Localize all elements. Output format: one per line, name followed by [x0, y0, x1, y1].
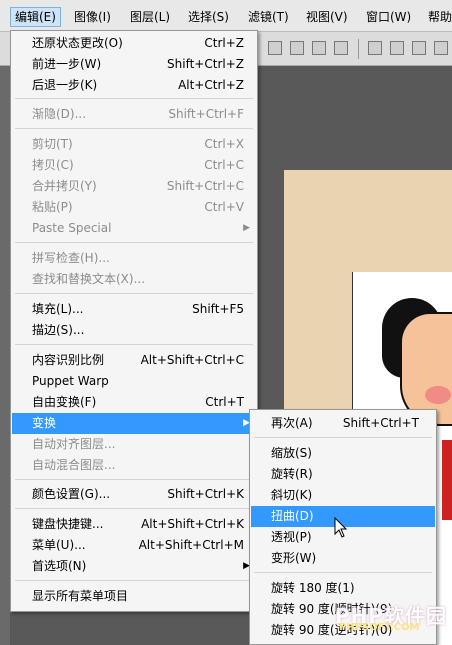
menu-item-auto-blend-layers[interactable]: 自动混合图层... — [12, 455, 256, 476]
tools-panel-edge — [0, 66, 10, 645]
menu-item-preferences[interactable]: 首选项(N) ▶ — [12, 556, 256, 577]
menu-separator — [15, 242, 253, 243]
menu-item-fade[interactable]: 渐隐(D)... Shift+Ctrl+F — [12, 104, 256, 125]
menubar-select[interactable]: 选择(S) — [184, 7, 233, 27]
cartoon-collar — [442, 440, 452, 520]
distribute-bottom-icon[interactable] — [412, 41, 426, 55]
menu-item-menus[interactable]: 菜单(U)... Alt+Shift+Ctrl+M — [12, 535, 256, 556]
menubar-image[interactable]: 图像(I) — [70, 7, 115, 27]
menu-bar: 编辑(E) 图像(I) 图层(L) 选择(S) 滤镜(T) 视图(V) 窗口(W… — [0, 0, 452, 32]
menu-separator — [15, 128, 253, 129]
watermark-subtext: PHPSOFT.COM — [339, 622, 420, 633]
menubar-layer[interactable]: 图层(L) — [126, 7, 174, 27]
submenu-item-skew[interactable]: 斜切(K) — [251, 485, 435, 506]
distribute-top-icon[interactable] — [368, 41, 382, 55]
edit-menu: 还原状态更改(O) Ctrl+Z 前进一步(W) Shift+Ctrl+Z 后退… — [10, 30, 258, 612]
menu-item-color-settings[interactable]: 颜色设置(G)... Shift+Ctrl+K — [12, 484, 256, 505]
submenu-item-again[interactable]: 再次(A) Shift+Ctrl+T — [251, 413, 435, 434]
menu-item-check-spelling[interactable]: 拼写检查(H)... — [12, 248, 256, 269]
menu-item-show-all-menu-items[interactable]: 显示所有菜单项目 — [12, 586, 256, 607]
menu-item-content-aware-scale[interactable]: 内容识别比例 Alt+Shift+Ctrl+C — [12, 350, 256, 371]
submenu-arrow-icon: ▶ — [243, 223, 250, 233]
menu-separator — [15, 580, 253, 581]
toolbar-divider — [358, 39, 359, 59]
cartoon-cheek — [425, 386, 451, 404]
menu-item-keyboard-shortcuts[interactable]: 键盘快捷键... Alt+Shift+Ctrl+K — [12, 514, 256, 535]
menu-item-fill[interactable]: 填充(L)... Shift+F5 — [12, 299, 256, 320]
menu-item-paste[interactable]: 粘贴(P) Ctrl+V — [12, 197, 256, 218]
menu-separator — [254, 572, 432, 573]
menu-item-step-backward[interactable]: 后退一步(K) Alt+Ctrl+Z — [12, 75, 256, 96]
menu-separator — [15, 508, 253, 509]
menu-item-step-forward[interactable]: 前进一步(W) Shift+Ctrl+Z — [12, 54, 256, 75]
menu-item-puppet-warp[interactable]: Puppet Warp — [12, 371, 256, 392]
menubar-edit[interactable]: 编辑(E) — [10, 7, 61, 27]
menu-item-copy-merged[interactable]: 合并拷贝(Y) Shift+Ctrl+C — [12, 176, 256, 197]
menubar-filter[interactable]: 滤镜(T) — [244, 7, 293, 27]
submenu-item-rotate-180[interactable]: 旋转 180 度(1) — [251, 578, 435, 599]
align-top-icon[interactable] — [334, 41, 348, 55]
menubar-window[interactable]: 窗口(W) — [362, 7, 415, 27]
align-center-icon[interactable] — [290, 41, 304, 55]
distribute-middle-icon[interactable] — [390, 41, 404, 55]
menu-item-paste-special[interactable]: Paste Special ▶ — [12, 218, 256, 239]
menu-separator — [15, 293, 253, 294]
menu-item-undo[interactable]: 还原状态更改(O) Ctrl+Z — [12, 33, 256, 54]
mouse-cursor-icon — [334, 517, 348, 538]
menu-item-free-transform[interactable]: 自由变换(F) Ctrl+T — [12, 392, 256, 413]
menu-separator — [15, 344, 253, 345]
menu-separator — [15, 98, 253, 99]
menu-separator — [254, 437, 432, 438]
menubar-view[interactable]: 视图(V) — [302, 7, 352, 27]
submenu-item-scale[interactable]: 缩放(S) — [251, 443, 435, 464]
menu-item-transform[interactable]: 变换 ▶ — [12, 413, 256, 434]
menu-item-find-replace[interactable]: 查找和替换文本(X)... — [12, 269, 256, 290]
align-right-icon[interactable] — [312, 41, 326, 55]
submenu-item-warp[interactable]: 变形(W) — [251, 548, 435, 569]
align-left-icon[interactable] — [268, 41, 282, 55]
menu-item-stroke[interactable]: 描边(S)... — [12, 320, 256, 341]
submenu-item-rotate[interactable]: 旋转(R) — [251, 464, 435, 485]
menu-item-copy[interactable]: 拷贝(C) Ctrl+C — [12, 155, 256, 176]
watermark-logo: PHP软件园 PHPSOFT.COM — [335, 600, 450, 640]
menu-item-auto-align-layers[interactable]: 自动对齐图层... — [12, 434, 256, 455]
menu-item-cut[interactable]: 剪切(T) Ctrl+X — [12, 134, 256, 155]
menubar-help[interactable]: 帮助 — [424, 7, 452, 27]
menu-separator — [15, 479, 253, 480]
distribute-left-icon[interactable] — [434, 41, 448, 55]
